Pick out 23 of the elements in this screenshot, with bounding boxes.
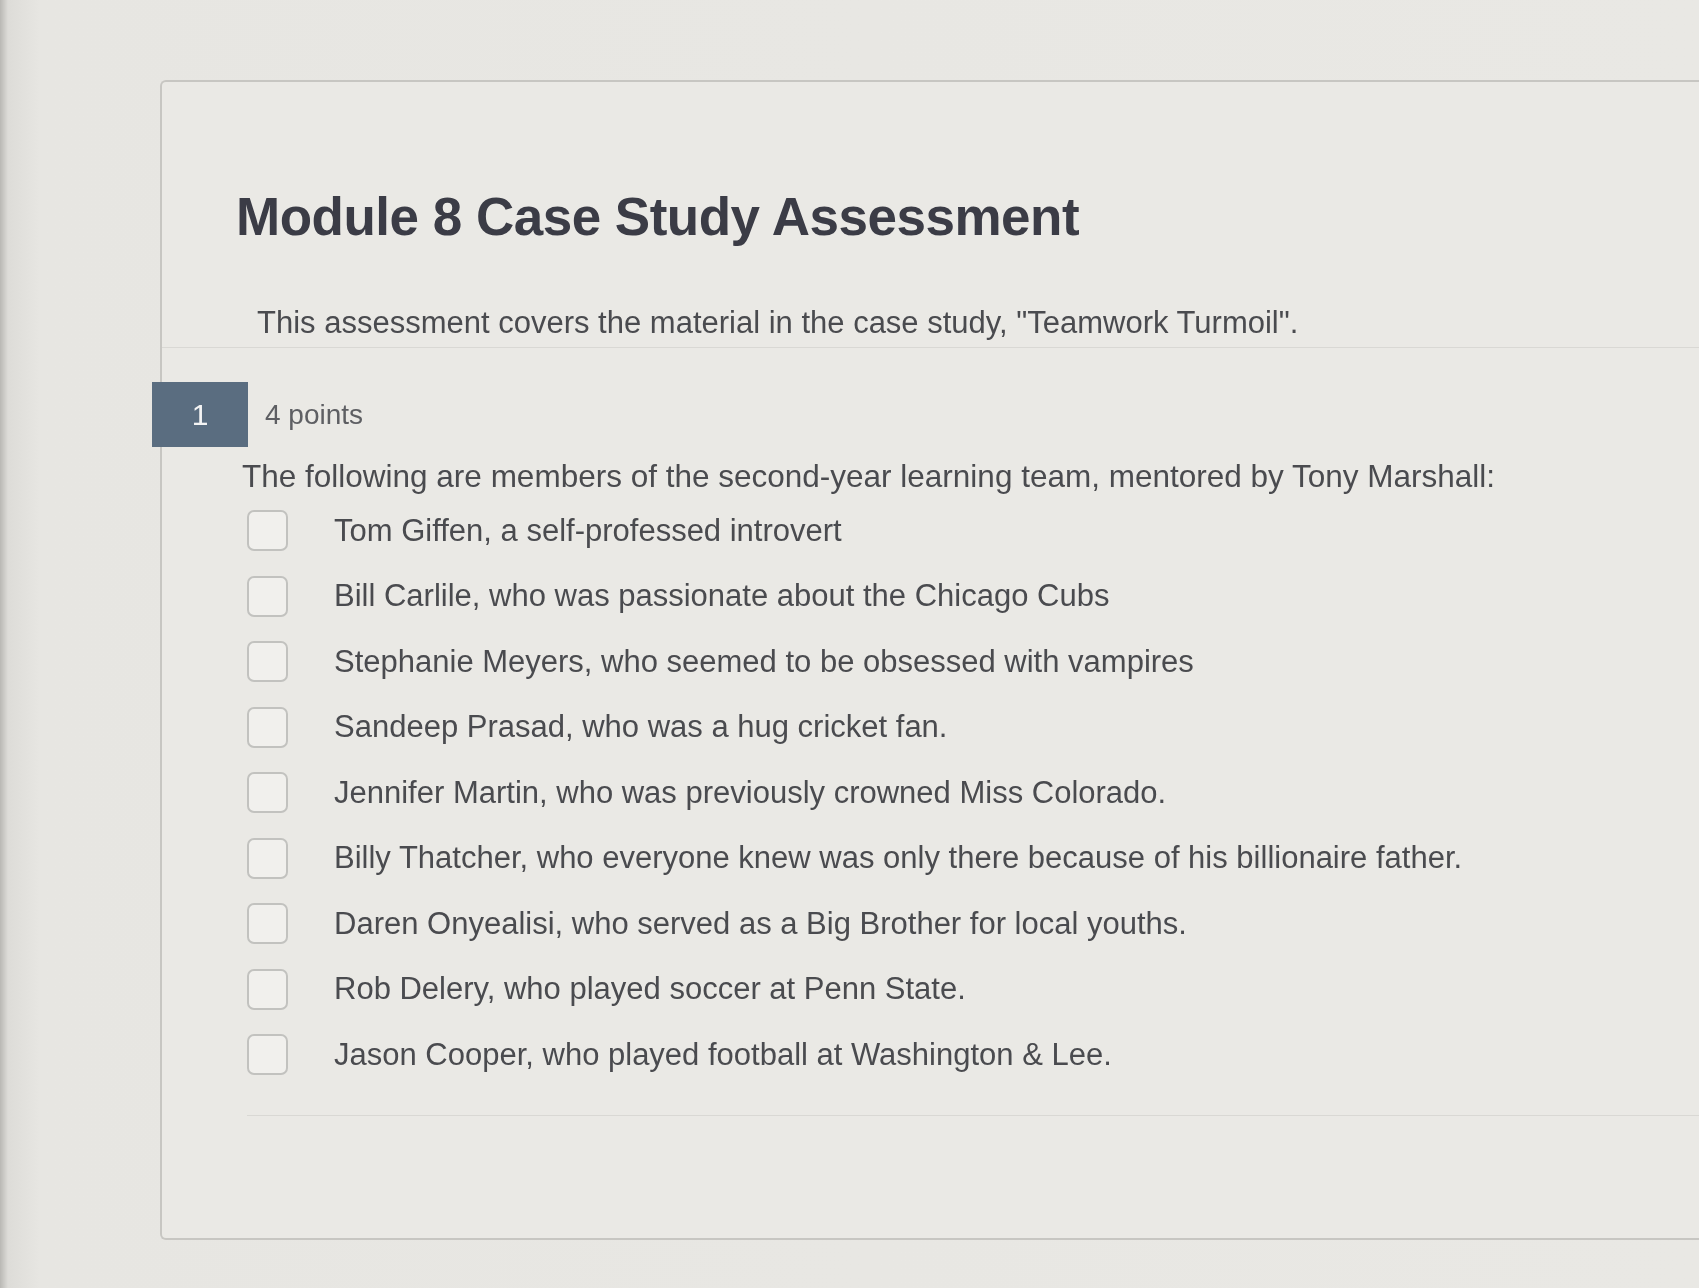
question-prompt: The following are members of the second-year learning team, mentored by Tony Marshall:: [242, 458, 1496, 495]
option-label: Bill Carlile, who was passionate about the Chicago Cubs: [334, 578, 1110, 615]
checkbox[interactable]: [247, 772, 288, 814]
points-label: 4 points: [265, 398, 364, 431]
checkbox[interactable]: [247, 510, 288, 552]
option-label: Daren Onyealisi, who served as a Big Brother for local youths.: [334, 905, 1187, 942]
assessment-title: Module 8 Case Study Assessment: [236, 186, 1080, 247]
checkbox[interactable]: [247, 837, 288, 879]
option-label: Stephanie Meyers, who seemed to be obsessed with vampires: [334, 643, 1194, 680]
option-label: Billy Thatcher, who everyone knew was only there because of his billionaire father.: [334, 840, 1463, 877]
checkbox[interactable]: [247, 968, 288, 1010]
option-label: Rob Delery, who played soccer at Penn State.: [334, 971, 966, 1008]
question-number: 1: [152, 382, 248, 447]
checkbox[interactable]: [247, 575, 288, 617]
option-label: Tom Giffen, a self-professed introvert: [334, 512, 842, 549]
checkbox[interactable]: [247, 641, 288, 683]
option-label: Jennifer Martin, who was previously crowned Miss Colorado.: [334, 774, 1167, 811]
checkbox[interactable]: [247, 706, 288, 748]
checkbox[interactable]: [247, 903, 288, 945]
option-label: Jason Cooper, who played football at Washington & Lee.: [334, 1036, 1112, 1073]
checkbox[interactable]: [247, 1034, 288, 1076]
option-label: Sandeep Prasad, who was a hug cricket fan.: [334, 709, 948, 746]
assessment-description: This assessment covers the material in the case study, "Teamwork Turmoil".: [257, 305, 1299, 341]
